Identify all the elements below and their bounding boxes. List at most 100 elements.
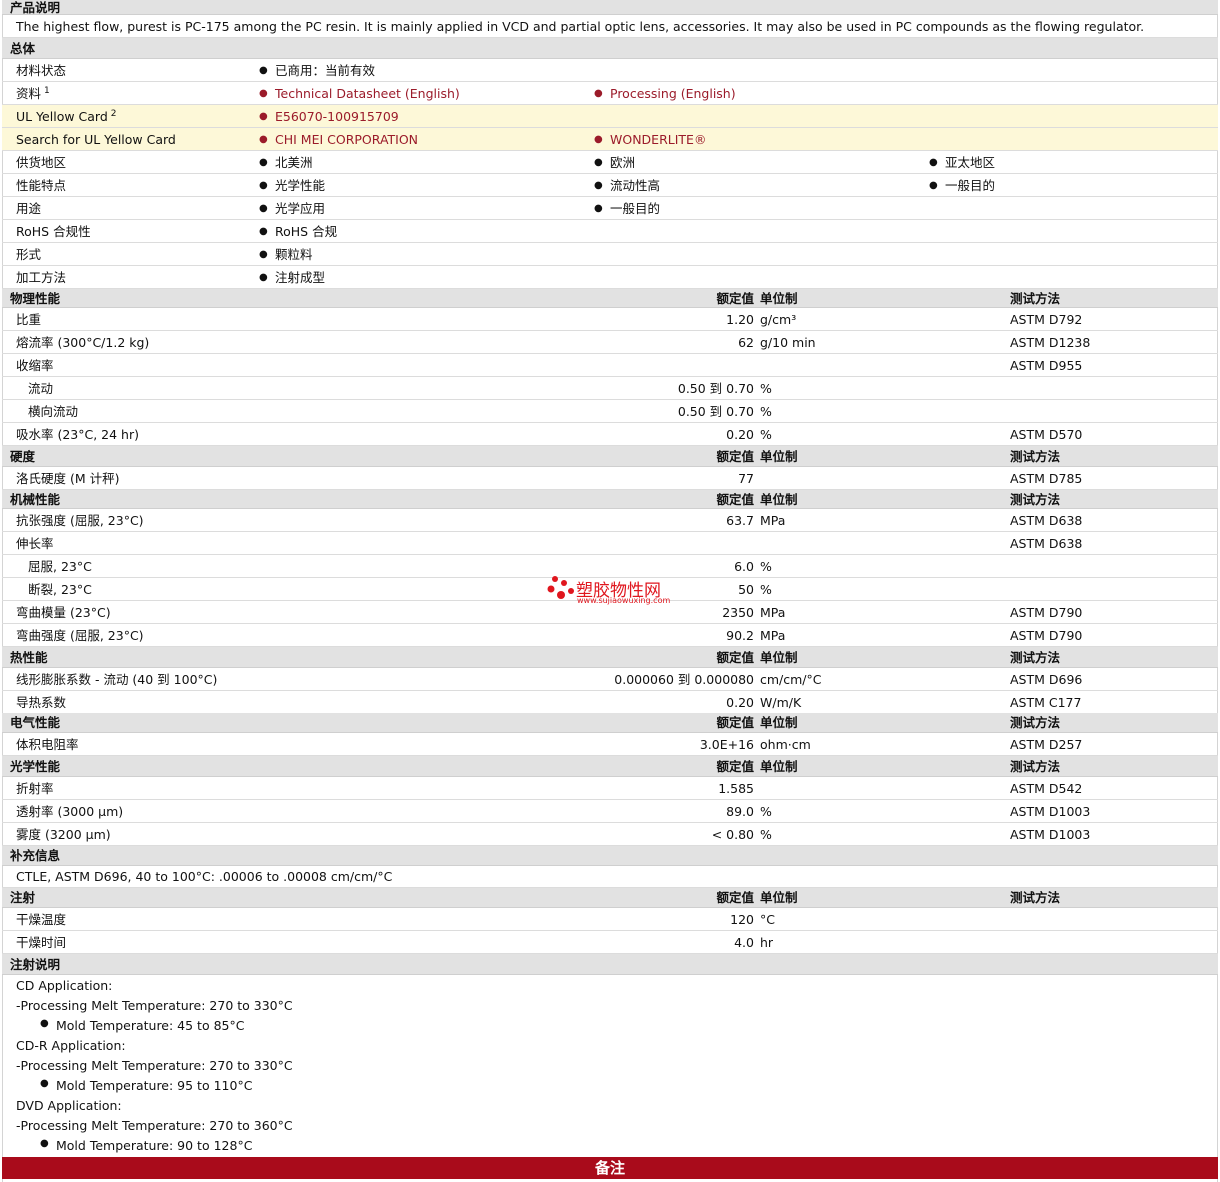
column-method: 测试方法 (1010, 492, 1061, 507)
electrical-row: 体积电阻率 3.0E+16 ohm·cm ASTM D257 (2, 733, 1218, 756)
physical-row: 吸水率 (23°C, 24 hr) 0.20% ASTM D570 (2, 423, 1218, 446)
property-unit: % (760, 427, 772, 442)
section-hardness: 硬度 额定值 单位制 测试方法 (2, 446, 1218, 467)
column-unit: 单位制 (760, 890, 798, 905)
section-product-description-title: 产品说明 (10, 0, 61, 15)
property-method: ASTM D1003 (1010, 804, 1091, 819)
property-value: 0.50 到 0.70 (677, 381, 754, 396)
property-unit: % (760, 381, 772, 396)
property-value: 1.585 (718, 781, 754, 796)
general-value: 一般目的 (594, 197, 660, 220)
property-unit: % (760, 404, 772, 419)
property-value: 63.7 (726, 513, 754, 528)
bullet-icon: ● (40, 1078, 49, 1089)
link[interactable]: Processing (English) (594, 82, 736, 105)
general-value: 亚太地区 (929, 151, 995, 174)
injection-note-text: DVD Application: (16, 1098, 122, 1113)
injection-note-text: Mold Temperature: 95 to 110°C (56, 1078, 253, 1093)
watermark: 塑胶物性网 www.sujiaowuxing.com (546, 574, 686, 608)
property-unit: % (760, 804, 772, 819)
property-label: 收缩率 (16, 358, 54, 373)
property-value: 0.000060 到 0.000080 (614, 672, 754, 687)
injection-note: ● Mold Temperature: 45 to 85°C (40, 1018, 245, 1033)
general-label: Search for UL Yellow Card (16, 132, 176, 147)
general-row: 资料1 Technical Datasheet (English) Processi… (2, 82, 1218, 105)
physical-row: 横向流动 0.50 到 0.70% (2, 400, 1218, 423)
section-product-description: 产品说明 (2, 0, 1218, 15)
injection-row: 干燥时间 4.0 hr (2, 931, 1218, 954)
property-label: 伸长率 (16, 536, 54, 551)
watermark-logo-icon (547, 576, 574, 599)
general-label: 材料状态 (16, 63, 67, 78)
link[interactable]: Technical Datasheet (English) (259, 82, 460, 105)
section-supplementary: 补充信息 (2, 846, 1218, 866)
injection-note: CD Application: (16, 978, 112, 993)
watermark-url: www.sujiaowuxing.com (577, 596, 671, 605)
injection-note: ● Mold Temperature: 90 to 128°C (40, 1138, 252, 1153)
physical-row: 熔流率 (300°C/1.2 kg) 62 g/10 min ASTM D1238 (2, 331, 1218, 354)
property-value: 4.0 (734, 935, 754, 950)
optical-row: 折射率 1.585 ASTM D542 (2, 777, 1218, 800)
link[interactable]: WONDERLITE® (594, 128, 707, 151)
general-value: 一般目的 (929, 174, 995, 197)
mechanical-row: 弯曲强度 (屈服, 23°C) 90.2 MPa ASTM D790 (2, 624, 1218, 647)
hardness-row: 洛氏硬度 (M 计秤) 77 ASTM D785 (2, 467, 1218, 490)
section-physical: 物理性能 额定值 单位制 测试方法 (2, 289, 1218, 308)
section-mechanical-title: 机械性能 (10, 492, 61, 507)
property-label: 体积电阻率 (16, 737, 79, 752)
general-row: RoHS 合规性 RoHS 合规 (2, 220, 1218, 243)
property-value: < 0.80 (711, 827, 754, 842)
property-label: 雾度 (3200 µm) (16, 827, 111, 842)
property-method: ASTM D1003 (1010, 827, 1091, 842)
column-nominal: 额定值 (716, 449, 754, 464)
general-row: 加工方法 注射成型 (2, 266, 1218, 289)
injection-note-text: -Processing Melt Temperature: 270 to 360… (16, 1118, 293, 1133)
general-value: 颗粒料 (259, 243, 312, 266)
general-label: 形式 (16, 247, 42, 262)
general-value: 光学性能 (259, 174, 325, 197)
general-value: 欧洲 (594, 151, 635, 174)
injection-note-text: -Processing Melt Temperature: 270 to 330… (16, 998, 293, 1013)
property-value: 77 (738, 471, 754, 486)
property-value: 0.50 到 0.70 (677, 404, 754, 419)
property-method: ASTM D257 (1010, 737, 1083, 752)
general-value: RoHS 合规 (259, 220, 337, 243)
property-value: 89.0 (726, 804, 754, 819)
section-optical-title: 光学性能 (10, 759, 61, 774)
footer-notes-bar: 备注 (2, 1157, 1218, 1179)
property-unit: % (760, 559, 772, 574)
general-label: 性能特点 (16, 178, 67, 193)
property-method: ASTM D792 (1010, 312, 1083, 327)
property-label: 流动 (28, 381, 54, 396)
general-row: 形式 颗粒料 (2, 243, 1218, 266)
section-electrical: 电气性能 额定值 单位制 测试方法 (2, 713, 1218, 733)
property-label: 比重 (16, 312, 42, 327)
description-row: The highest flow, purest is PC-175 among… (2, 15, 1218, 38)
property-label: 导热系数 (16, 695, 67, 710)
property-value: 90.2 (726, 628, 754, 643)
link[interactable]: CHI MEI CORPORATION (259, 128, 418, 151)
mechanical-row: 伸长率 ASTM D638 (2, 532, 1218, 555)
general-row: 性能特点 光学性能 流动性高 一般目的 (2, 174, 1218, 197)
general-label: 资料 1 (16, 85, 50, 101)
property-method: ASTM D696 (1010, 672, 1083, 687)
property-value: 62 (738, 335, 754, 350)
link[interactable]: E56070-100915709 (259, 105, 399, 128)
column-nominal: 额定值 (716, 492, 754, 507)
footnote-marker: 1 (44, 85, 50, 96)
bullet-icon: ● (40, 1138, 49, 1149)
optical-row: 透射率 (3000 µm) 89.0% ASTM D1003 (2, 800, 1218, 823)
supplementary-text: CTLE, ASTM D696, 40 to 100°C: .00006 to … (16, 869, 393, 884)
property-unit: hr (760, 935, 774, 950)
property-label: 横向流动 (28, 404, 79, 419)
injection-row: 干燥温度 120 °C (2, 908, 1218, 931)
injection-note-text: Mold Temperature: 45 to 85°C (56, 1018, 245, 1033)
property-value: 120 (730, 912, 754, 927)
property-unit: g/cm³ (760, 312, 797, 327)
property-label: 屈服, 23°C (28, 559, 92, 574)
column-method: 测试方法 (1010, 759, 1061, 774)
property-unit: MPa (760, 605, 786, 620)
column-unit: 单位制 (760, 449, 798, 464)
property-label: 吸水率 (23°C, 24 hr) (16, 427, 139, 442)
general-value: 光学应用 (259, 197, 325, 220)
